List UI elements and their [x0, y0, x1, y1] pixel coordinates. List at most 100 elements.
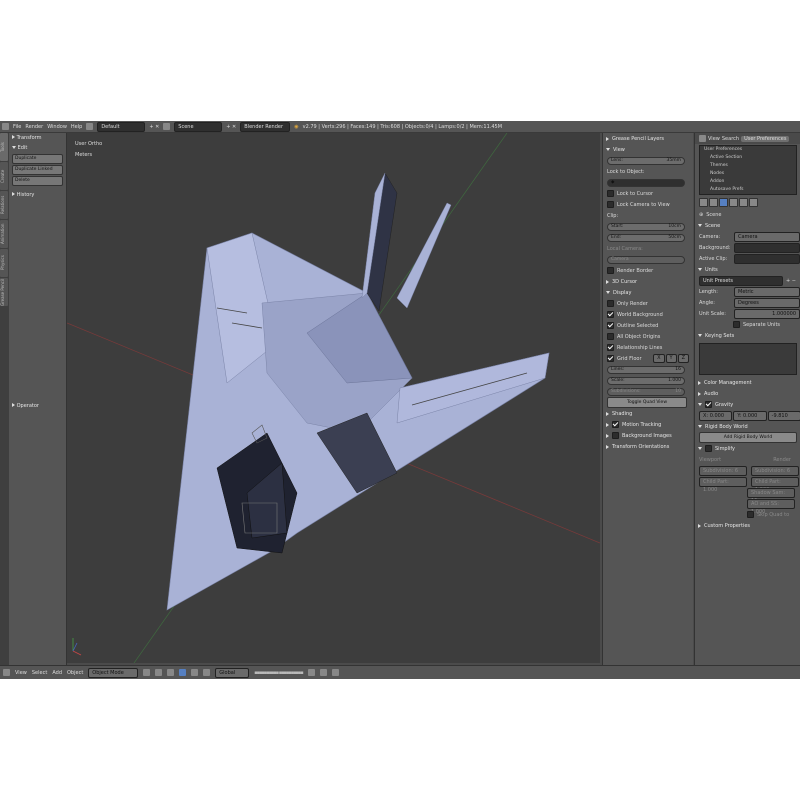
- layout-add-icon[interactable]: + ✕: [149, 124, 159, 130]
- layout-icon[interactable]: [86, 123, 94, 130]
- child-viewport-field[interactable]: Child Part: 1.000: [699, 476, 747, 493]
- menu-select[interactable]: Select: [32, 670, 47, 676]
- grid-floor-checkbox[interactable]: [607, 355, 614, 362]
- panel-rigid-body[interactable]: Rigid Body World: [695, 421, 800, 432]
- menu-object[interactable]: Object: [67, 670, 83, 676]
- gravity-y-field[interactable]: Y: 0.000: [733, 410, 767, 421]
- outliner-tab-view[interactable]: View: [708, 136, 720, 142]
- unit-presets-selector[interactable]: Unit Presets: [699, 275, 783, 286]
- tab-grease-pencil[interactable]: Grease Pencil: [0, 278, 8, 306]
- delete-button[interactable]: Delete: [12, 176, 63, 186]
- panel-history[interactable]: History: [9, 190, 66, 200]
- scene-selector[interactable]: Scene: [174, 121, 223, 132]
- panel-simplify[interactable]: Simplify: [695, 443, 800, 454]
- lock-icon[interactable]: [307, 669, 315, 676]
- duplicate-button[interactable]: Duplicate: [12, 154, 63, 164]
- toggle-quad-view-button[interactable]: Toggle Quad View: [607, 397, 687, 408]
- axis-x-toggle[interactable]: X: [653, 354, 665, 363]
- manipulator-icon[interactable]: [167, 669, 175, 676]
- editor-type-icon[interactable]: [2, 123, 9, 130]
- mode-selector[interactable]: Object Mode: [88, 667, 139, 678]
- clip-start-field[interactable]: Start: 10cm: [607, 222, 685, 231]
- panel-keying-sets[interactable]: Keying Sets: [695, 330, 800, 341]
- outliner-item[interactable]: Nodes: [700, 170, 796, 178]
- render-engine-selector[interactable]: Blender Render: [240, 121, 291, 132]
- tab-create[interactable]: Create: [0, 162, 8, 190]
- add-rigid-body-world-button[interactable]: Add Rigid Body World: [699, 432, 797, 443]
- local-camera-field[interactable]: Camera: [607, 255, 685, 264]
- subdiv-render-field[interactable]: Subdivision: 6: [751, 465, 799, 476]
- scene-icon[interactable]: [163, 123, 171, 130]
- length-selector[interactable]: Metric: [734, 286, 800, 297]
- outliner-item[interactable]: Autosave Prefs: [700, 186, 796, 194]
- shadow-samples-field[interactable]: Shadow Sam: 16: [747, 487, 795, 504]
- layout-selector[interactable]: Default: [97, 121, 146, 132]
- render-border-row[interactable]: Render Border: [603, 265, 693, 276]
- render-icon[interactable]: [331, 669, 339, 676]
- preset-add-icon[interactable]: + −: [786, 278, 796, 284]
- menu-file[interactable]: File: [13, 124, 21, 130]
- translate-icon[interactable]: [179, 669, 187, 676]
- gravity-checkbox[interactable]: [705, 401, 712, 408]
- outline-row[interactable]: Outline Selected: [603, 320, 693, 331]
- panel-operator[interactable]: Operator: [9, 401, 42, 411]
- panel-background-images[interactable]: Background Images: [603, 430, 693, 441]
- background-images-checkbox[interactable]: [612, 432, 619, 439]
- editor-type-icon[interactable]: [699, 135, 706, 142]
- world-tab-icon[interactable]: [729, 198, 738, 207]
- axis-y-toggle[interactable]: Y: [665, 354, 677, 363]
- scene-background-field[interactable]: [734, 242, 800, 253]
- panel-shading[interactable]: Shading: [603, 408, 693, 419]
- menu-view[interactable]: View: [15, 670, 27, 676]
- menu-window[interactable]: Window: [47, 124, 67, 130]
- subdiv-viewport-field[interactable]: Subdivision: 6: [699, 465, 747, 476]
- layers-grid[interactable]: ▪▪▪▪▪▪▪▪▪▪ ▪▪▪▪▪▪▪▪▪▪: [254, 670, 303, 676]
- grid-lines-field[interactable]: Lines: 16: [607, 365, 685, 374]
- menu-help[interactable]: Help: [71, 124, 82, 130]
- outliner-item[interactable]: User Preferences: [700, 146, 796, 154]
- outliner-item[interactable]: Themes: [700, 162, 796, 170]
- panel-gravity[interactable]: Gravity: [695, 399, 800, 410]
- outliner-item[interactable]: Addon: [700, 178, 796, 186]
- panel-motion-tracking[interactable]: Motion Tracking: [603, 419, 693, 430]
- scene-add-icon[interactable]: + ✕: [226, 124, 236, 130]
- panel-view[interactable]: View: [603, 144, 693, 155]
- simplify-checkbox[interactable]: [705, 445, 712, 452]
- outliner-tab-user-prefs[interactable]: User Preferences: [741, 135, 790, 142]
- snap-icon[interactable]: [319, 669, 327, 676]
- outline-checkbox[interactable]: [607, 322, 614, 329]
- all-origins-row[interactable]: All Object Origins: [603, 331, 693, 342]
- lock-camera-row[interactable]: Lock Camera to View: [603, 199, 693, 210]
- scene-camera-field[interactable]: Camera: [734, 231, 800, 242]
- grid-subdiv-field[interactable]: Subdivisions: 10: [607, 387, 685, 396]
- unit-scale-field[interactable]: 1.000000: [734, 308, 800, 319]
- panel-grease-pencil[interactable]: Grease Pencil Layers: [603, 133, 693, 144]
- lock-cursor-checkbox[interactable]: [607, 190, 614, 197]
- grid-scale-field[interactable]: Scale: 1.000: [607, 376, 685, 385]
- relationship-row[interactable]: Relationship Lines: [603, 342, 693, 353]
- axis-z-toggle[interactable]: Z: [677, 354, 689, 363]
- 3d-viewport[interactable]: User Ortho Meters: [67, 133, 600, 663]
- scene-tab-icon[interactable]: [719, 198, 728, 207]
- lock-camera-checkbox[interactable]: [607, 201, 614, 208]
- motion-tracking-checkbox[interactable]: [612, 421, 619, 428]
- clip-end-field[interactable]: End: 50cm: [607, 233, 685, 242]
- constraints-tab-icon[interactable]: [749, 198, 758, 207]
- panel-edit[interactable]: Edit: [9, 143, 66, 153]
- separate-units-row[interactable]: Separate Units: [695, 319, 800, 330]
- grid-floor-row[interactable]: Grid Floor X Y Z: [603, 353, 693, 364]
- render-layers-tab-icon[interactable]: [709, 198, 718, 207]
- world-bg-row[interactable]: World Background: [603, 309, 693, 320]
- active-clip-field[interactable]: [734, 253, 800, 264]
- lens-field[interactable]: Lens: 35mm: [607, 156, 685, 165]
- only-render-checkbox[interactable]: [607, 300, 614, 307]
- tab-relations[interactable]: Relations: [0, 191, 8, 219]
- keying-sets-list[interactable]: [699, 343, 797, 375]
- angle-selector[interactable]: Degrees: [734, 297, 800, 308]
- panel-transform-orientations[interactable]: Transform Orientations: [603, 441, 693, 452]
- pivot-icon[interactable]: [155, 669, 163, 676]
- object-tab-icon[interactable]: [739, 198, 748, 207]
- world-bg-checkbox[interactable]: [607, 311, 614, 318]
- panel-scene[interactable]: Scene: [695, 220, 800, 231]
- panel-custom-properties[interactable]: Custom Properties: [695, 520, 800, 531]
